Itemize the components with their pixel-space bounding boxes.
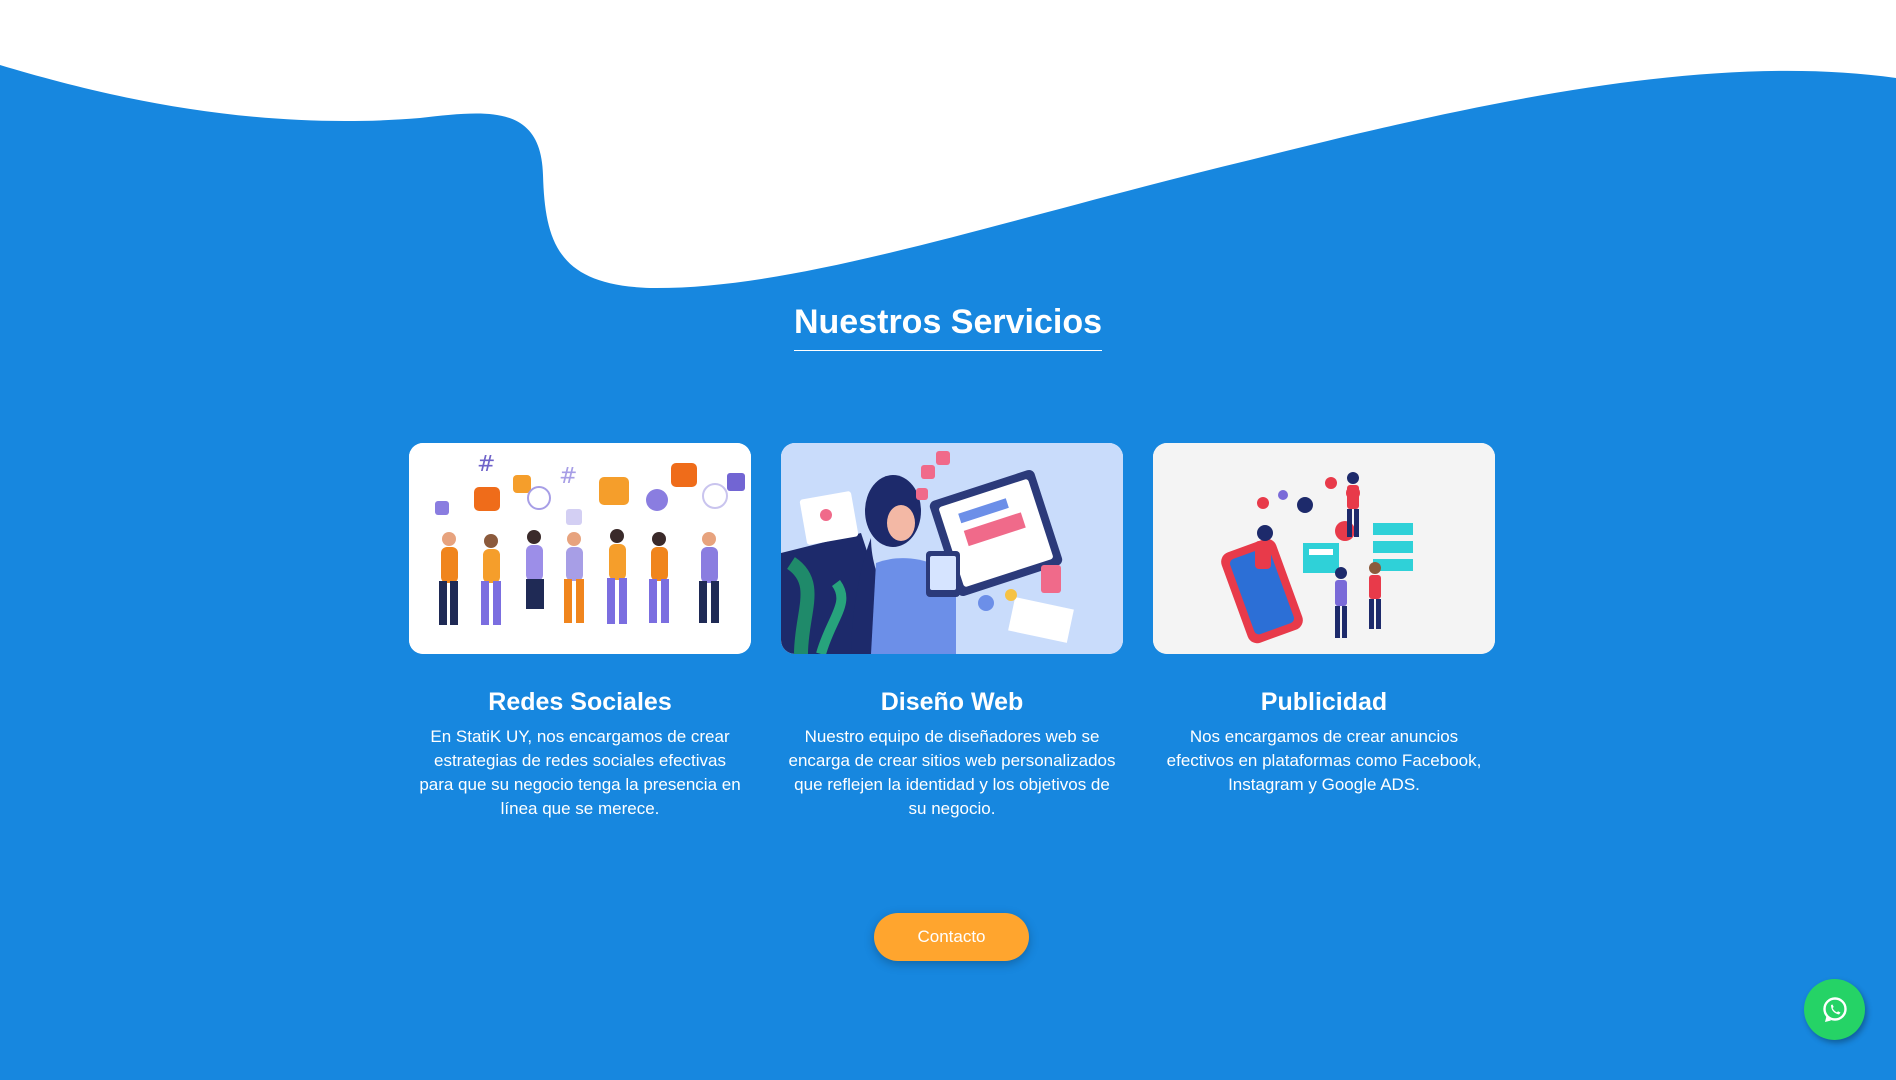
service-title: Publicidad (1260, 688, 1388, 716)
section-title: Nuestros Servicios (0, 303, 1896, 351)
svg-text:#: # (477, 452, 495, 477)
advertising-illustration (1153, 443, 1495, 654)
service-description: En StatiK UY, nos encargamos de crear es… (419, 727, 741, 818)
service-description: Nos encargamos de crear anuncios efectiv… (1166, 727, 1482, 794)
hero-wave-divider (0, 0, 1896, 289)
service-card-redes-sociales: # # Redes Sociales En StatiK UY, nos enc… (409, 443, 751, 821)
whatsapp-button[interactable] (1804, 979, 1865, 1040)
contact-button[interactable]: Contacto (874, 913, 1029, 961)
service-description: Nuestro equipo de diseñadores web se enc… (788, 727, 1116, 818)
social-media-illustration: # # (409, 443, 751, 654)
service-card-diseno-web: Diseño Web Nuestro equipo de diseñadores… (781, 443, 1123, 821)
service-title: Redes Sociales (488, 688, 672, 716)
svg-text:#: # (559, 464, 577, 489)
whatsapp-icon (1822, 996, 1847, 1022)
web-design-illustration (781, 443, 1123, 654)
service-card-publicidad: Publicidad Nos encargamos de crear anunc… (1153, 443, 1495, 797)
service-title: Diseño Web (880, 688, 1024, 716)
